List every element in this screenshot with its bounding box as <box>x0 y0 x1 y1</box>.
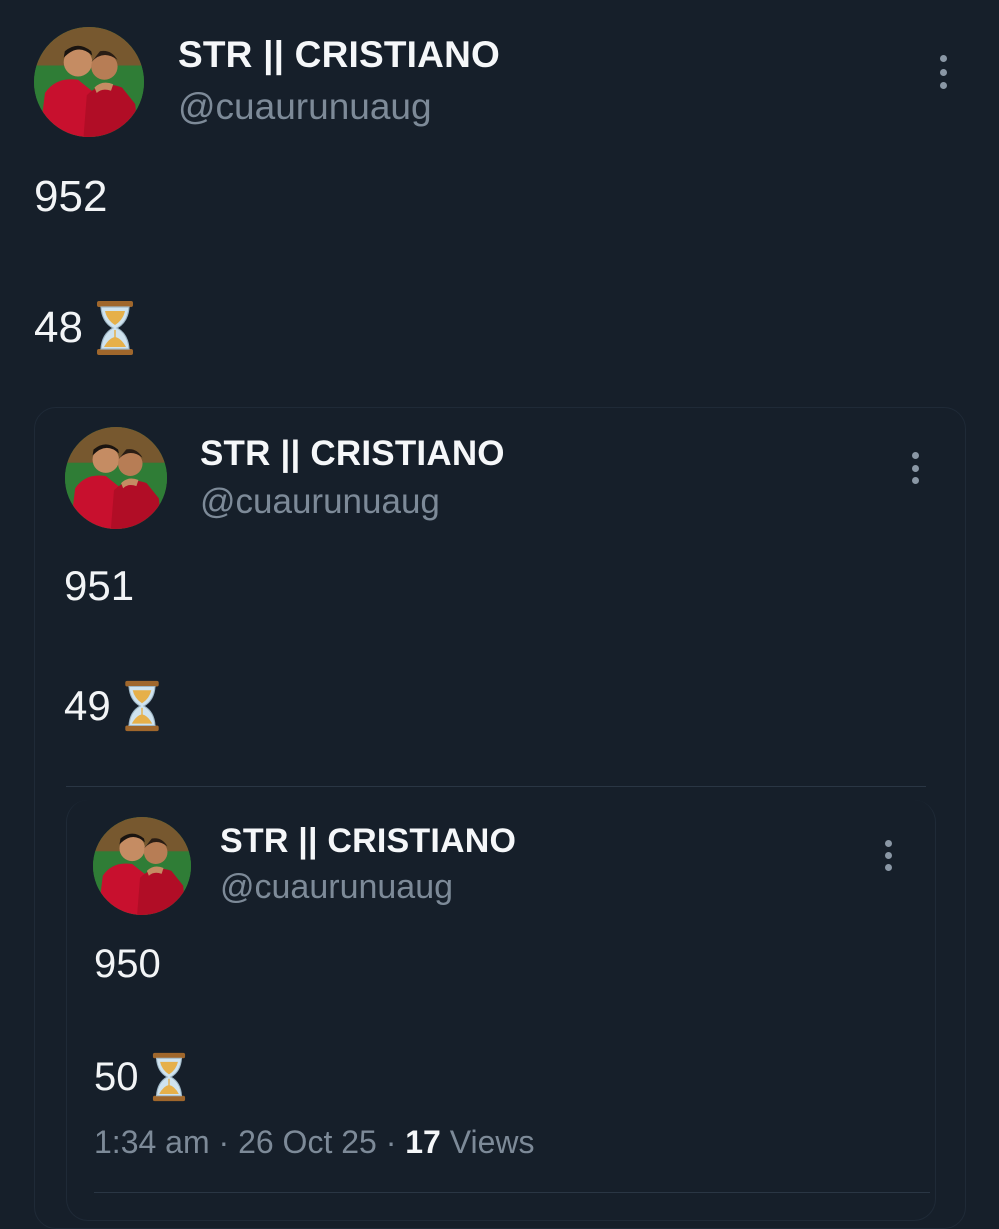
avatar[interactable] <box>65 427 167 529</box>
views-count[interactable]: 17 <box>405 1124 441 1160</box>
hourglass-icon <box>151 1052 187 1102</box>
post-remaining-text: 48 <box>34 300 135 356</box>
hourglass-icon <box>123 680 161 732</box>
divider <box>66 786 926 787</box>
display-name[interactable]: STR || CRISTIANO <box>178 34 500 76</box>
hourglass-icon <box>95 300 135 356</box>
username-handle[interactable]: @cuaurunuaug <box>178 86 432 128</box>
post-metadata: 1:34 am · 26 Oct 25 · 17 Views <box>94 1124 535 1161</box>
post-count-text: 951 <box>64 562 134 610</box>
post-remaining-value: 49 <box>64 682 111 729</box>
views-label[interactable]: Views <box>450 1124 535 1160</box>
avatar[interactable] <box>34 27 144 137</box>
meta-separator: · <box>385 1124 397 1160</box>
post-count-text: 950 <box>94 942 161 987</box>
post-count-value: 951 <box>64 562 135 609</box>
display-name[interactable]: STR || CRISTIANO <box>220 822 516 861</box>
post-count-value: 950 <box>94 942 161 986</box>
more-options-icon[interactable] <box>883 840 893 871</box>
username-handle[interactable]: @cuaurunuaug <box>220 868 453 907</box>
display-name[interactable]: STR || CRISTIANO <box>200 434 505 474</box>
post-count-text: 952 <box>34 172 107 222</box>
post-count-value: 952 <box>34 172 108 221</box>
meta-separator: · <box>218 1124 230 1160</box>
post-remaining-value: 48 <box>34 303 83 352</box>
more-options-icon[interactable] <box>910 452 920 484</box>
avatar[interactable] <box>93 817 191 915</box>
post-remaining-text: 49 <box>64 680 161 732</box>
more-options-icon[interactable] <box>938 55 948 89</box>
post-remaining-value: 50 <box>94 1054 139 1099</box>
divider <box>94 1192 930 1193</box>
post-remaining-text: 50 <box>94 1052 187 1102</box>
post-date[interactable]: 26 Oct 25 <box>238 1124 377 1160</box>
username-handle[interactable]: @cuaurunuaug <box>200 482 440 522</box>
post-time[interactable]: 1:34 am <box>94 1124 210 1160</box>
